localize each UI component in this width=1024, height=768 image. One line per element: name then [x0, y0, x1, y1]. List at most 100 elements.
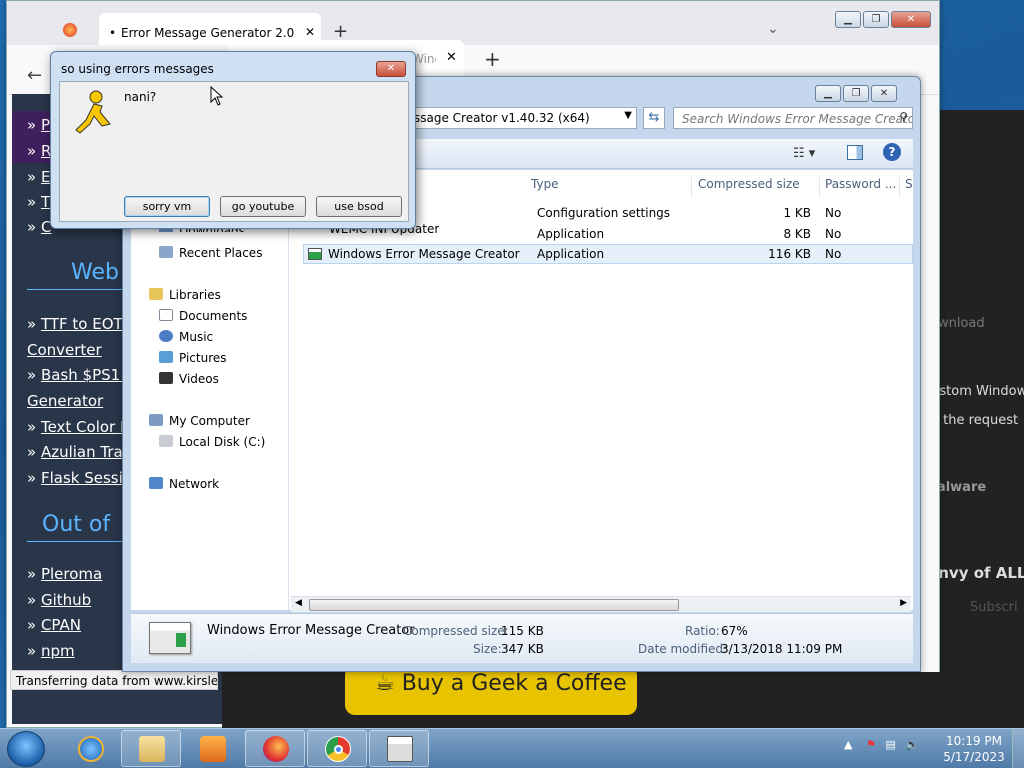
out-link-cpan[interactable]: » CPAN — [27, 616, 81, 634]
nav-my-computer[interactable]: My Computer — [149, 414, 250, 428]
nav-libraries[interactable]: Libraries — [149, 288, 221, 302]
refresh-icon[interactable]: ⇆ — [643, 107, 665, 129]
web-link-flask[interactable]: » Flask Sessio — [27, 469, 132, 487]
tray-expand-icon[interactable]: ▲ — [844, 738, 852, 751]
nav-link[interactable]: » P — [27, 116, 50, 134]
use-bsod-button[interactable]: use bsod — [316, 196, 402, 217]
out-link-npm[interactable]: » npm — [27, 642, 75, 660]
new-tab2-icon[interactable]: + — [484, 47, 501, 71]
start-button[interactable] — [7, 731, 45, 767]
web-link-ttf[interactable]: » TTF to EOT — [27, 315, 123, 333]
taskbar-ie[interactable] — [60, 730, 120, 767]
error-dialog: so using errors messages ✕ nani? sorry v… — [50, 51, 416, 229]
column-compressed-size[interactable]: Compressed size — [691, 177, 800, 197]
search-input[interactable]: Search Windows Error Message Creato... ⚲ — [673, 107, 913, 129]
maximize-button[interactable]: ❐ — [843, 85, 869, 102]
minimize-button[interactable]: ▁ — [835, 11, 861, 28]
out-link-pleroma[interactable]: » Pleroma — [27, 565, 102, 583]
new-tab-icon[interactable]: + — [333, 21, 348, 42]
videos-icon — [159, 372, 173, 384]
details-pane: Windows Error Message Creator Compressed… — [131, 613, 913, 663]
file-thumbnail-icon — [149, 622, 191, 654]
web-link-ttf-2[interactable]: Converter — [27, 341, 102, 359]
sorry-vm-button[interactable]: sorry vm — [124, 196, 210, 217]
firefox-window-controls: ▁ ❐ ✕ — [835, 11, 931, 28]
scroll-thumb[interactable] — [309, 599, 679, 611]
ratio-label: Ratio: — [685, 624, 720, 638]
web-link-textcolor[interactable]: » Text Color F — [27, 418, 129, 436]
explorer-window-controls: ▁ ❐ ✕ — [815, 85, 897, 102]
size-value: 347 KB — [501, 642, 544, 656]
buy-coffee-button[interactable]: ☕ Buy a Geek a Coffee — [345, 665, 637, 715]
ratio-value: 67% — [721, 624, 748, 638]
close-button[interactable]: ✕ — [891, 11, 931, 28]
web-heading: Web — [27, 260, 122, 290]
minimize-button[interactable]: ▁ — [815, 85, 841, 102]
horizontal-scrollbar[interactable]: ◀ ▶ — [291, 596, 911, 612]
aim-runner-icon — [75, 90, 111, 134]
nav-link[interactable]: » E — [27, 168, 50, 186]
nav-documents[interactable]: Documents — [159, 309, 247, 323]
pictures-icon — [159, 351, 173, 363]
dialog-close-button[interactable]: ✕ — [376, 61, 406, 77]
nav-link[interactable]: » C — [27, 218, 51, 236]
help-icon[interactable]: ? — [883, 143, 901, 161]
column-type[interactable]: Type — [531, 177, 559, 197]
nav-videos[interactable]: Videos — [159, 372, 219, 386]
address-dropdown-icon[interactable]: ▼ — [624, 110, 632, 121]
web-link-bash-2[interactable]: Generator — [27, 392, 103, 410]
go-youtube-button[interactable]: go youtube — [220, 196, 306, 217]
address-bar[interactable]: ssage Creator v1.40.32 (x64) ▼ — [413, 107, 637, 129]
taskbar-chrome[interactable] — [307, 730, 367, 767]
size-label: Size: — [473, 642, 502, 656]
recent-places-icon — [159, 246, 173, 258]
action-center-icon[interactable]: ⚑ — [866, 738, 876, 751]
firefox-icon[interactable] — [63, 23, 77, 37]
media-player-icon — [200, 736, 226, 762]
clock[interactable]: 10:19 PM 5/17/2023 — [940, 733, 1008, 765]
tab-title: Error Message Generator 2.0 — [121, 26, 295, 40]
subscribe-button[interactable]: Subscri — [970, 600, 1018, 615]
nav-recent-places[interactable]: Recent Places — [159, 246, 262, 260]
navigation-pane: Downloads Recent Places Libraries Docume… — [131, 170, 289, 610]
volume-muted-icon[interactable]: 🔈 — [905, 738, 919, 751]
out-of-heading: Out of — [27, 512, 122, 542]
nav-pictures[interactable]: Pictures — [159, 351, 227, 365]
tab2-close-icon[interactable]: ✕ — [446, 50, 457, 65]
taskbar-explorer[interactable] — [121, 730, 181, 767]
nav-link[interactable]: » R — [27, 142, 51, 160]
show-desktop-button[interactable] — [1012, 729, 1024, 768]
back-arrow-icon[interactable]: ← — [27, 65, 42, 86]
taskbar-error-creator[interactable] — [369, 730, 429, 767]
web-link-azulian[interactable]: » Azulian Tran — [27, 443, 132, 461]
firefox-taskbar-icon — [263, 736, 289, 762]
network-tray-icon[interactable]: ▤ — [885, 738, 895, 751]
column-size[interactable]: Si — [899, 177, 913, 197]
taskbar-media-player[interactable] — [182, 730, 242, 767]
nav-local-disk[interactable]: Local Disk (C:) — [159, 435, 265, 449]
view-options-icon[interactable]: ☷ ▾ — [793, 146, 815, 161]
cup-icon: ☕ — [375, 671, 402, 696]
internet-explorer-icon — [78, 736, 104, 762]
preview-pane-icon[interactable] — [847, 145, 863, 160]
dialog-title: so using errors messages — [61, 62, 214, 76]
tab-close-icon[interactable]: ✕ — [305, 25, 315, 39]
music-icon — [159, 330, 173, 342]
out-link-github[interactable]: » Github — [27, 591, 91, 609]
error-creator-icon — [387, 736, 413, 762]
file-row-selected[interactable]: Windows Error Message Creator Applicatio… — [303, 244, 913, 264]
compressed-value: 115 KB — [501, 624, 544, 638]
taskbar-firefox[interactable] — [245, 730, 305, 767]
web-link-bash[interactable]: » Bash $PS1 P — [27, 366, 134, 384]
tab-list-chevron-icon[interactable]: ⌄ — [767, 21, 779, 37]
clock-date: 5/17/2023 — [943, 750, 1005, 764]
close-button[interactable]: ✕ — [871, 85, 897, 102]
nav-link[interactable]: » T — [27, 193, 50, 211]
column-password[interactable]: Password ... — [819, 177, 896, 197]
nav-music[interactable]: Music — [159, 330, 213, 344]
scroll-right-icon[interactable]: ▶ — [900, 598, 907, 608]
scroll-left-icon[interactable]: ◀ — [295, 598, 302, 608]
maximize-button[interactable]: ❐ — [863, 11, 889, 28]
nav-network[interactable]: Network — [149, 477, 219, 491]
computer-icon — [149, 414, 163, 426]
